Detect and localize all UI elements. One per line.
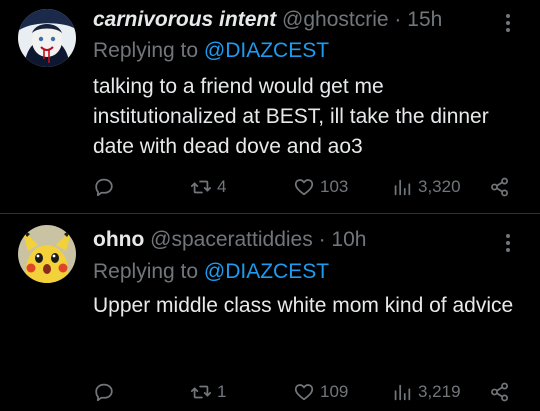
tweet[interactable]: carnivorous intent @ghostcrie · 15h Repl…: [0, 0, 540, 213]
retweet-button[interactable]: 1: [190, 377, 226, 407]
like-count: 109: [320, 382, 349, 401]
retweet-button[interactable]: 4: [190, 172, 226, 202]
replying-to: Replying to @DIAZCEST: [93, 259, 329, 285]
heart-icon: [294, 179, 314, 196]
like-button[interactable]: 103: [293, 172, 348, 202]
reply-icon: [95, 178, 113, 197]
retweet-icon: [190, 385, 212, 399]
display-name[interactable]: ohno: [93, 228, 144, 251]
timestamp[interactable]: 15h: [407, 8, 442, 31]
display-name[interactable]: carnivorous intent: [93, 8, 276, 31]
share-button[interactable]: [489, 172, 511, 202]
replying-to-label: Replying to: [93, 39, 199, 62]
share-button[interactable]: [489, 377, 511, 407]
avatar[interactable]: [18, 225, 76, 283]
user-handle[interactable]: @spacerattiddies: [150, 228, 313, 251]
replying-to: Replying to @DIAZCEST: [93, 38, 329, 64]
reply-icon: [95, 383, 113, 402]
heart-icon: [294, 384, 314, 401]
more-dots-icon[interactable]: [498, 230, 518, 256]
retweet-count: 1: [217, 382, 227, 401]
share-icon: [491, 177, 509, 197]
views-button[interactable]: 3,320: [391, 172, 461, 202]
user-handle[interactable]: @ghostcrie: [282, 8, 389, 31]
retweet-icon: [190, 180, 212, 194]
separator-dot: ·: [394, 8, 402, 31]
tweet-header: ohno @spacerattiddies · 10h: [93, 227, 366, 253]
tweet-text: talking to a friend would get me institu…: [93, 75, 489, 158]
tweet[interactable]: ohno @spacerattiddies · 10h Replying to …: [0, 214, 540, 411]
views-chart-icon: [394, 179, 411, 196]
like-count: 103: [320, 177, 349, 196]
like-button[interactable]: 109: [293, 377, 348, 407]
reply-button[interactable]: [93, 172, 115, 202]
reply-button[interactable]: [93, 377, 115, 407]
separator-dot: ·: [318, 228, 326, 251]
tweet-text: Upper middle class white mom kind of adv…: [93, 294, 514, 317]
tweet-actions: 1 109 3,219: [0, 377, 540, 407]
tweet-header: carnivorous intent @ghostcrie · 15h: [93, 7, 442, 33]
views-count: 3,320: [418, 177, 461, 196]
mention-link[interactable]: @DIAZCEST: [204, 39, 329, 62]
views-count: 3,219: [418, 382, 461, 401]
share-icon: [491, 382, 509, 402]
views-button[interactable]: 3,219: [391, 377, 461, 407]
timestamp[interactable]: 10h: [331, 228, 366, 251]
avatar[interactable]: [18, 9, 76, 67]
more-dots-icon[interactable]: [498, 10, 518, 36]
tweet-actions: 4 103 3,320: [0, 172, 540, 202]
mention-link[interactable]: @DIAZCEST: [204, 260, 329, 283]
retweet-count: 4: [217, 177, 227, 196]
replying-to-label: Replying to: [93, 260, 199, 283]
views-chart-icon: [394, 384, 411, 401]
